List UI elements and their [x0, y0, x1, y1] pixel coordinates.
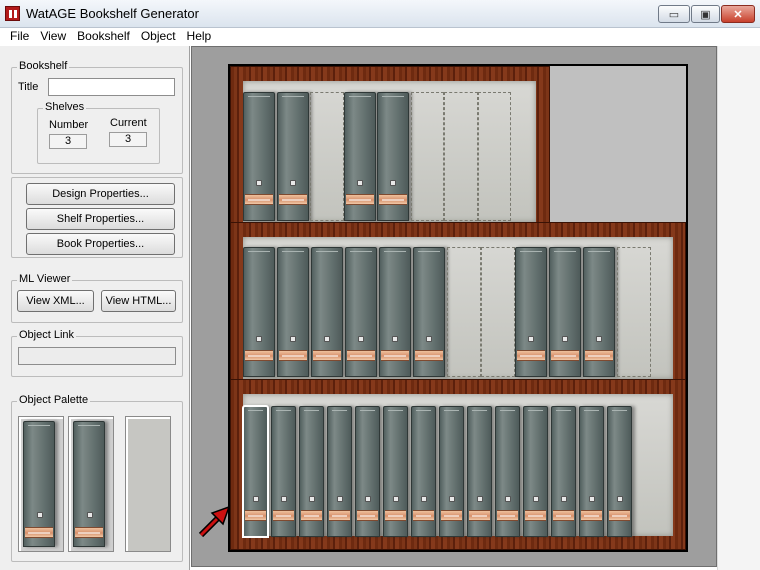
book[interactable]: [515, 247, 547, 377]
app-icon: [5, 6, 20, 21]
properties-group: Design Properties... Shelf Properties...…: [11, 177, 183, 258]
palette-book-icon: [23, 421, 55, 547]
book-selected[interactable]: [242, 405, 269, 538]
book[interactable]: [551, 406, 576, 537]
book[interactable]: [299, 406, 324, 537]
object-palette-group: Object Palette: [11, 394, 183, 562]
book[interactable]: [311, 247, 343, 377]
ml-viewer-label: ML Viewer: [17, 273, 73, 285]
palette-book-2[interactable]: [68, 416, 114, 552]
book[interactable]: [277, 247, 309, 377]
book[interactable]: [413, 247, 445, 377]
book[interactable]: [327, 406, 352, 537]
window-title: WatAGE Bookshelf Generator: [26, 6, 199, 21]
bookcase: [228, 64, 688, 552]
title-input[interactable]: [48, 78, 175, 96]
book[interactable]: [355, 406, 380, 537]
empty-slot[interactable]: [481, 247, 515, 377]
empty-slot[interactable]: [447, 247, 481, 377]
bookshelf-canvas[interactable]: [191, 46, 717, 567]
object-link-label: Object Link: [17, 329, 77, 341]
design-properties-button[interactable]: Design Properties...: [26, 183, 175, 205]
current-label: Current: [110, 117, 147, 129]
book[interactable]: [411, 406, 436, 537]
selection-arrow-icon: [198, 505, 231, 538]
palette-empty-slot[interactable]: [125, 416, 171, 552]
palette-book-1[interactable]: [18, 416, 64, 552]
menu-help[interactable]: Help: [182, 28, 218, 46]
palette-book-icon: [73, 421, 105, 547]
book[interactable]: [523, 406, 548, 537]
menu-bar: File View Bookshelf Object Help: [0, 28, 760, 46]
menu-file[interactable]: File: [0, 28, 35, 46]
book[interactable]: [379, 247, 411, 377]
close-button[interactable]: ✕: [721, 5, 755, 23]
empty-slot[interactable]: [617, 247, 651, 377]
shelf-properties-button[interactable]: Shelf Properties...: [26, 208, 175, 230]
maximize-button[interactable]: ▣: [691, 5, 720, 23]
title-label: Title: [18, 81, 39, 93]
ml-viewer-group: ML Viewer View XML... View HTML...: [11, 273, 183, 323]
bookshelf-group: Bookshelf Title Shelves Number 3 Current…: [11, 60, 183, 174]
menu-object[interactable]: Object: [136, 28, 182, 46]
object-palette-label: Object Palette: [17, 394, 91, 406]
view-xml-button[interactable]: View XML...: [17, 290, 94, 312]
shelves-group-label: Shelves: [43, 101, 87, 113]
shelves-group: Shelves Number 3 Current 3: [37, 101, 160, 164]
empty-slot[interactable]: [410, 92, 444, 221]
book[interactable]: [377, 92, 409, 221]
minimize-button[interactable]: ▭: [658, 5, 690, 23]
left-panel: Bookshelf Title Shelves Number 3 Current…: [0, 46, 190, 570]
book[interactable]: [439, 406, 464, 537]
book[interactable]: [583, 247, 615, 377]
current-value: 3: [109, 132, 147, 147]
book[interactable]: [345, 247, 377, 377]
book-properties-button[interactable]: Book Properties...: [26, 233, 175, 255]
book[interactable]: [243, 92, 275, 221]
number-label: Number: [49, 119, 89, 131]
book[interactable]: [495, 406, 520, 537]
book[interactable]: [271, 406, 296, 537]
title-bar: WatAGE Bookshelf Generator ▭ ▣ ✕: [0, 0, 760, 28]
book[interactable]: [607, 406, 632, 537]
empty-slot[interactable]: [444, 92, 478, 221]
empty-slot[interactable]: [477, 92, 511, 221]
view-html-button[interactable]: View HTML...: [101, 290, 176, 312]
menu-bookshelf[interactable]: Bookshelf: [72, 28, 136, 46]
book[interactable]: [383, 406, 408, 537]
empty-slot[interactable]: [310, 92, 344, 221]
book[interactable]: [579, 406, 604, 537]
book[interactable]: [243, 247, 275, 377]
menu-view[interactable]: View: [35, 28, 72, 46]
book[interactable]: [276, 92, 309, 221]
object-link-input[interactable]: [18, 347, 176, 365]
number-value: 3: [49, 134, 87, 149]
book[interactable]: [549, 247, 581, 377]
book[interactable]: [467, 406, 492, 537]
book[interactable]: [343, 92, 376, 221]
object-link-group: Object Link: [11, 329, 183, 377]
right-strip: [717, 46, 760, 570]
bookshelf-group-label: Bookshelf: [17, 60, 70, 72]
